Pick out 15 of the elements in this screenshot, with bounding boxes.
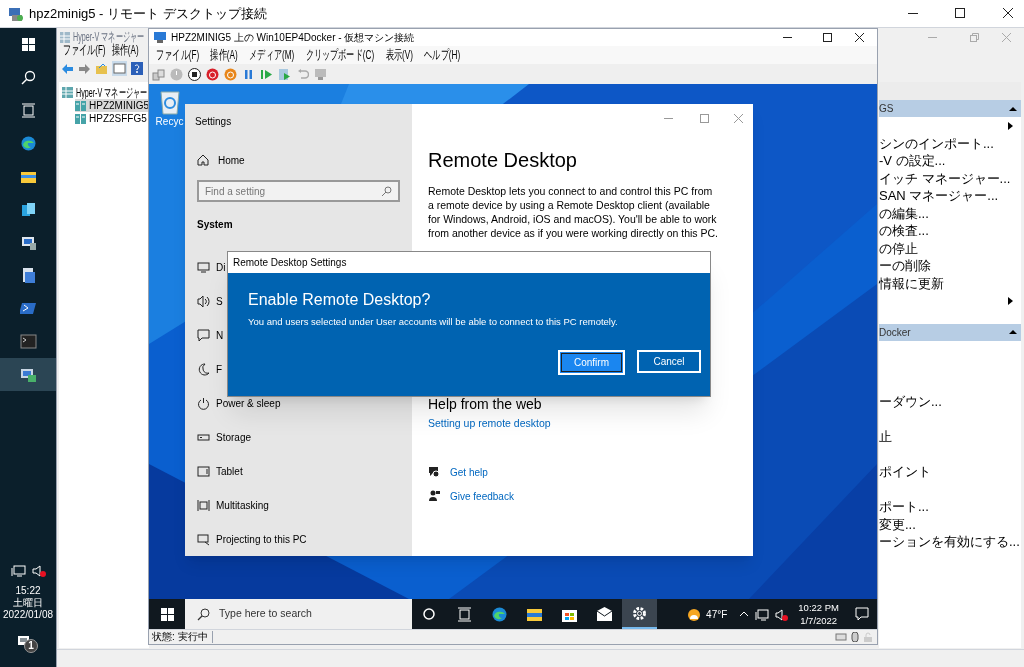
dialog-title: Remote Desktop Settings (233, 256, 347, 270)
notification-badge: 1 (24, 639, 38, 653)
section-title: GS (879, 102, 894, 116)
description-text: Remote Desktop lets you connect to and control this PC from a remote device by using a Remote Desktop client (available for Windows, Android, iOS and macOS). You'll be able to work from another device as if you were working directly on this PC. (428, 184, 720, 240)
dialog-heading: Enable Remote Desktop? (248, 290, 432, 310)
section-heading: Help from the web (428, 396, 543, 412)
section-heading: System (197, 218, 234, 229)
window-title: hpz2minig5 - リモート デスクトップ接続 (29, 4, 267, 23)
section-title: Docker (879, 325, 911, 340)
page-heading: Remote Desktop (428, 148, 578, 172)
window-title: HPZ2MINIG5 上の Win10EP4Docker - 仮想マシン接続 (171, 31, 415, 45)
dialog-message: You and users selected under User accounts will be able to connect to this PC remotely. (248, 315, 619, 329)
window-title: Hyper-V マネージャー (73, 30, 145, 44)
status-text: 状態: 実行中 (152, 631, 213, 643)
window-title: Settings (195, 115, 233, 129)
